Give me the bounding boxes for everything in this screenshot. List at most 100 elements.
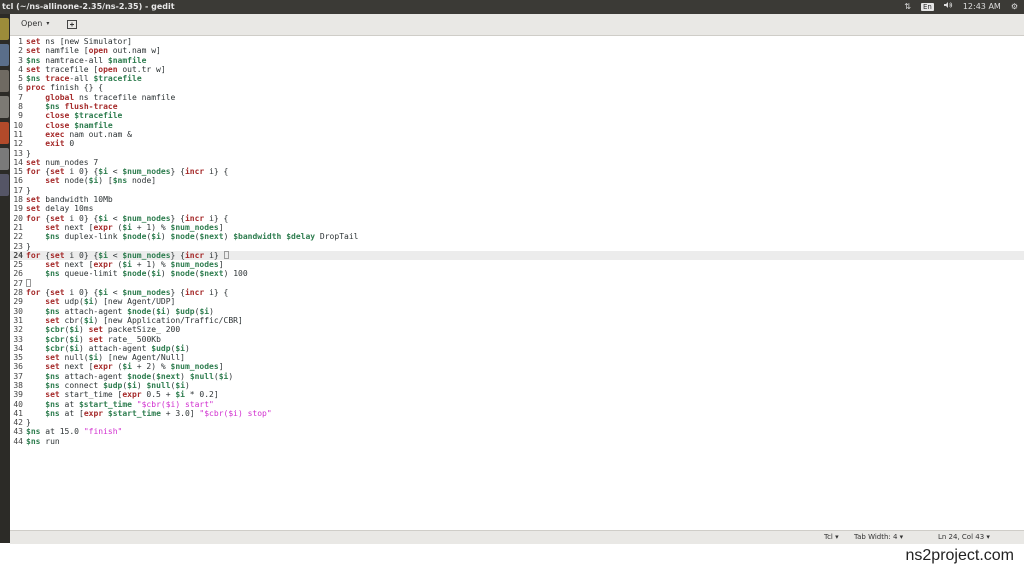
files-app-icon[interactable]: [0, 18, 9, 40]
keyboard-layout-indicator[interactable]: En: [920, 3, 934, 11]
code-line[interactable]: 31 set cbr($i) [new Application/Traffic/…: [10, 316, 1024, 325]
code-view[interactable]: 1 set ns [new Simulator] 2 set namfile [ope…: [10, 37, 1024, 446]
code-line[interactable]: 3 $ns namtrace-all $namfile: [10, 56, 1024, 65]
code-line[interactable]: 38 $ns connect $udp($i) $null($i): [10, 381, 1024, 390]
line-number: 28: [13, 288, 23, 298]
code-token: packetSize_ 200: [103, 325, 181, 335]
code-line[interactable]: 44 $ns run: [10, 437, 1024, 446]
code-token: $num_nodes: [122, 250, 171, 260]
code-token: (: [112, 260, 123, 270]
code-line[interactable]: 9 close $tracefile: [10, 111, 1024, 120]
code-token: $ns: [112, 176, 128, 186]
code-line[interactable]: 37 $ns attach-agent $node($next) $null($…: [10, 372, 1024, 381]
code-token: i 0} {: [64, 213, 99, 223]
code-token: DropTail: [315, 232, 359, 242]
line-number: 42: [13, 418, 23, 428]
code-line[interactable]: 28 for {set i 0} {$i < $num_nodes} {incr …: [10, 288, 1024, 297]
code-token: $i: [98, 167, 108, 177]
code-line[interactable]: 1 set ns [new Simulator]: [10, 37, 1024, 46]
code-line[interactable]: 4 set tracefile [open out.tr w]: [10, 65, 1024, 74]
clock[interactable]: 12:43 AM: [963, 0, 1001, 14]
code-line[interactable]: 27: [10, 278, 1024, 288]
code-line[interactable]: 26 $ns queue-limit $node($i) $node($next…: [10, 269, 1024, 278]
code-line[interactable]: 10 close $namfile: [10, 121, 1024, 130]
code-line[interactable]: 13}: [10, 149, 1024, 158]
line-number: 20: [13, 213, 23, 223]
code-token: ): [160, 232, 171, 242]
code-line[interactable]: 21 set next [expr ($i + 1) % $num_nodes]: [10, 223, 1024, 232]
speaker-icon[interactable]: [943, 0, 953, 14]
code-token: ): [160, 269, 171, 279]
browser-app-icon[interactable]: [0, 44, 9, 66]
gear-icon[interactable]: ⚙: [1011, 0, 1018, 14]
settings-app-icon[interactable]: [0, 148, 9, 170]
open-button[interactable]: Open ▾: [16, 17, 54, 31]
code-token: $start_time: [107, 408, 161, 418]
code-line[interactable]: 43 $ns at 15.0 "finish": [10, 427, 1024, 436]
code-token: } {: [170, 250, 185, 260]
code-line[interactable]: 5 $ns trace-all $tracefile: [10, 74, 1024, 83]
new-document-icon: [67, 19, 77, 29]
office-app-icon[interactable]: [0, 122, 9, 144]
cursor-position[interactable]: Ln 24, Col 43 ▾: [938, 531, 990, 544]
code-token: at 15.0: [40, 427, 84, 437]
code-token: set: [45, 353, 60, 363]
code-line[interactable]: 23}: [10, 242, 1024, 251]
code-token: tracefile [: [40, 64, 99, 74]
language-selector[interactable]: Tcl ▾: [824, 531, 839, 544]
tab-width-selector[interactable]: Tab Width: 4 ▾: [854, 531, 903, 544]
code-line[interactable]: 35 set null($i) [new Agent/Null]: [10, 353, 1024, 362]
code-line[interactable]: 8 $ns flush-trace: [10, 102, 1024, 111]
code-line[interactable]: 42}: [10, 418, 1024, 427]
code-line[interactable]: 34 $cbr($i) attach-agent $udp($i): [10, 344, 1024, 353]
code-line[interactable]: 19 set delay 10ms: [10, 204, 1024, 213]
code-line[interactable]: 30 $ns attach-agent $node($i) $udp($i): [10, 307, 1024, 316]
code-line[interactable]: 39 set start_time [expr 0.5 + $i * 0.2]: [10, 390, 1024, 399]
network-arrows-icon[interactable]: ⇅: [904, 0, 911, 14]
code-line[interactable]: 33 $cbr($i) set rate_ 500Kb: [10, 335, 1024, 344]
code-line[interactable]: 14 set num_nodes 7: [10, 158, 1024, 167]
code-line[interactable]: 17}: [10, 186, 1024, 195]
code-line[interactable]: 24 for {set i 0} {$i < $num_nodes} {incr …: [10, 250, 1024, 261]
code-line[interactable]: 6 proc finish {} {: [10, 83, 1024, 92]
code-token: $ns: [45, 408, 60, 418]
line-text: $ns attach-agent $node($next) $null($i): [23, 372, 233, 381]
code-line[interactable]: 11 exec nam out.nam &: [10, 130, 1024, 139]
code-line[interactable]: 18 set bandwidth 10Mb: [10, 195, 1024, 204]
code-token: set: [50, 213, 65, 223]
code-line[interactable]: 15 for {set i 0} {$i < $num_nodes} {incr …: [10, 167, 1024, 176]
new-document-button[interactable]: [65, 17, 79, 31]
code-line[interactable]: 40 $ns at $start_time "$cbr($i) start": [10, 400, 1024, 409]
code-token: $i: [69, 334, 79, 344]
line-text: set tracefile [open out.tr w]: [23, 65, 166, 74]
code-token: delay 10ms: [40, 204, 94, 214]
line-text: exit 0: [23, 139, 74, 148]
code-token: incr: [184, 288, 205, 298]
code-line[interactable]: 41 $ns at [expr $start_time + 3.0] "$cbr…: [10, 409, 1024, 418]
code-line[interactable]: 29 set udp($i) [new Agent/UDP]: [10, 297, 1024, 306]
app-icon[interactable]: [0, 174, 9, 196]
code-line[interactable]: 36 set next [expr ($i + 2) % $num_nodes]: [10, 362, 1024, 371]
code-line[interactable]: 7 global ns tracefile namfile: [10, 93, 1024, 102]
code-token: set: [45, 222, 60, 232]
text-editor[interactable]: 1 set ns [new Simulator] 2 set namfile [ope…: [10, 36, 1024, 564]
terminal-app-icon[interactable]: [0, 70, 9, 92]
code-token: proc: [26, 83, 46, 93]
line-number: 38: [13, 380, 23, 390]
code-line[interactable]: 22 $ns duplex-link $node($i) $node($next…: [10, 232, 1024, 241]
status-bar: Tcl ▾ Tab Width: 4 ▾ Ln 24, Col 43 ▾: [10, 530, 1024, 544]
code-line[interactable]: 20 for {set i 0} {$i < $num_nodes} {incr …: [10, 214, 1024, 223]
line-number: 25: [13, 260, 23, 270]
code-token: close: [45, 111, 70, 121]
code-line[interactable]: 2 set namfile [open out.nam w]: [10, 46, 1024, 55]
line-number: 22: [13, 232, 23, 242]
line-number: 35: [13, 353, 23, 363]
code-line[interactable]: 12 exit 0: [10, 139, 1024, 148]
code-line[interactable]: 32 $cbr($i) set packetSize_ 200: [10, 325, 1024, 334]
code-token: }: [26, 241, 31, 251]
editor-app-icon[interactable]: [0, 96, 9, 118]
code-line[interactable]: 16 set node($i) [$ns node]: [10, 176, 1024, 185]
